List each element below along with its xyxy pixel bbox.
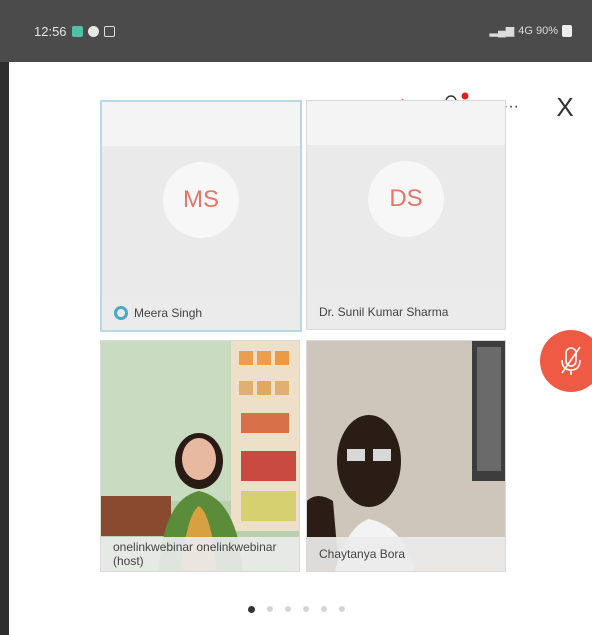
mic-off-icon [561,346,581,375]
left-border [0,62,9,635]
speaking-indicator-icon [114,306,128,320]
status-left: 12:56 [34,24,115,39]
page-dot-5[interactable] [320,606,327,612]
page-dot-2[interactable] [266,606,273,612]
signal-icon: ▂▄▆ [489,25,515,37]
participant-name-bar: Chaytanya Bora [307,537,505,571]
participant-name-bar: onelinkwebinar onelinkwebinar (host) [101,537,299,571]
video-tile-host[interactable]: onelinkwebinar onelinkwebinar (host) [100,340,300,572]
avatar: MS [163,162,239,238]
participant-name-bar: Meera Singh [102,296,300,330]
notification-icon [71,26,83,37]
close-icon[interactable]: X [550,84,580,130]
participant-name: onelinkwebinar onelinkwebinar (host) [113,540,277,568]
battery-icon [562,24,572,37]
page-indicator [0,606,592,613]
status-bar: 12:56 ▂▄▆ 4G 90% [0,0,592,62]
tile-header [307,101,505,145]
status-right: ▂▄▆ 4G 90% [490,24,572,37]
participant-name-bar: Dr. Sunil Kumar Sharma [307,295,505,329]
video-tile-meera-singh[interactable]: MS Meera Singh [100,100,302,332]
page-dot-1[interactable] [247,606,255,613]
participant-name: Meera Singh [134,306,203,320]
tile-header [102,102,300,146]
participant-name: Dr. Sunil Kumar Sharma [319,305,449,319]
page-dot-6[interactable] [338,606,345,612]
gallery-icon [103,26,115,37]
mic-toggle-button[interactable] [540,330,592,392]
video-tile-sunil-kumar-sharma[interactable]: DS Dr. Sunil Kumar Sharma [306,100,506,330]
status-right-text: 4G 90% [518,24,558,37]
page-dot-3[interactable] [284,606,291,612]
app-icon [87,26,99,37]
avatar: DS [368,161,444,237]
video-tile-chaytanya-bora[interactable]: Chaytanya Bora [306,340,506,572]
participant-name: Chaytanya Bora [319,547,406,561]
page-dot-4[interactable] [302,606,309,612]
status-time: 12:56 [34,24,67,39]
